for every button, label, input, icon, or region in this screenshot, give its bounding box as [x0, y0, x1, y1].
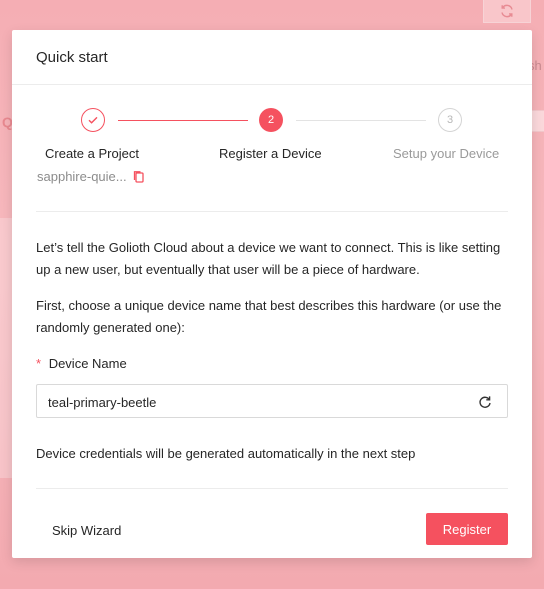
wizard-steps: Create a Project sapphire-quie... 2 Regi…: [36, 106, 508, 190]
required-mark: *: [36, 356, 42, 371]
quick-start-modal: Quick start Create a Project sapphire-qu…: [12, 30, 532, 558]
step-2-connector: [296, 120, 426, 121]
sync-icon: [501, 4, 513, 18]
step-3-title: Setup your Device: [393, 146, 500, 161]
copy-icon[interactable]: [133, 170, 145, 184]
step-1-subtitle: sapphire-quie...: [37, 169, 145, 184]
step-1-circle: [81, 108, 105, 132]
footer-divider: [36, 488, 508, 489]
step-2-circle: 2: [259, 108, 283, 132]
refresh-icon[interactable]: [477, 394, 493, 410]
modal-title: Quick start: [12, 30, 532, 85]
step-1-title: Create a Project: [45, 146, 139, 161]
backdrop-panel: [0, 218, 12, 478]
register-button[interactable]: Register: [426, 513, 508, 545]
step-3-circle: 3: [438, 108, 462, 132]
device-name-field: [36, 384, 508, 418]
device-name-label-text: Device Name: [48, 356, 127, 371]
steps-divider: [36, 211, 508, 212]
device-name-label: * Device Name: [36, 356, 127, 371]
step-1-connector: [118, 120, 248, 121]
step-2-title: Register a Device: [219, 146, 322, 161]
skip-wizard-button[interactable]: Skip Wizard: [36, 514, 137, 546]
intro-text: Let’s tell the Golioth Cloud about a dev…: [36, 240, 501, 277]
background-refresh-button: [483, 0, 531, 23]
check-icon: [88, 116, 98, 124]
instruction-text: First, choose a unique device name that …: [36, 298, 502, 335]
credentials-note: Device credentials will be generated aut…: [36, 446, 416, 461]
project-name: sapphire-quie...: [37, 169, 127, 184]
device-name-input[interactable]: [48, 392, 458, 412]
